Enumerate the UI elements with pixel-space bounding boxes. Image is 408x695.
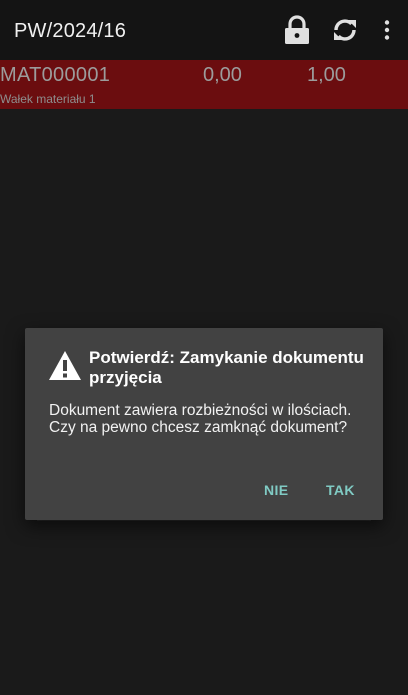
sync-icon [334,19,356,41]
yes-button[interactable]: TAK [320,478,361,502]
quantity-value-1: 0,00 [203,64,242,86]
warning-icon [49,351,81,380]
app-bar: PW/2024/16 [0,0,408,60]
more-vert-icon [384,20,390,40]
screen: PW/2024/16 MAT000001 0,00 1,00 Wałek mat… [0,0,408,695]
quantity-value-2: 1,00 [307,64,346,86]
confirm-dialog: Potwierdź: Zamykanie dokumentu przyjęcia… [25,328,383,520]
no-button[interactable]: NIE [258,478,295,502]
lock-icon [285,15,309,44]
sync-button[interactable] [329,14,361,46]
document-number-title: PW/2024/16 [14,20,127,42]
material-description: Wałek materiału 1 [0,92,96,106]
list-item[interactable]: MAT000001 0,00 1,00 Wałek materiału 1 [0,60,408,109]
lock-button[interactable] [281,14,313,46]
dialog-message: Dokument zawiera rozbieżności w ilościac… [49,402,352,436]
more-options-button[interactable] [372,14,402,46]
dialog-title: Potwierdź: Zamykanie dokumentu przyjęcia [89,348,364,387]
material-code: MAT000001 [0,64,111,86]
